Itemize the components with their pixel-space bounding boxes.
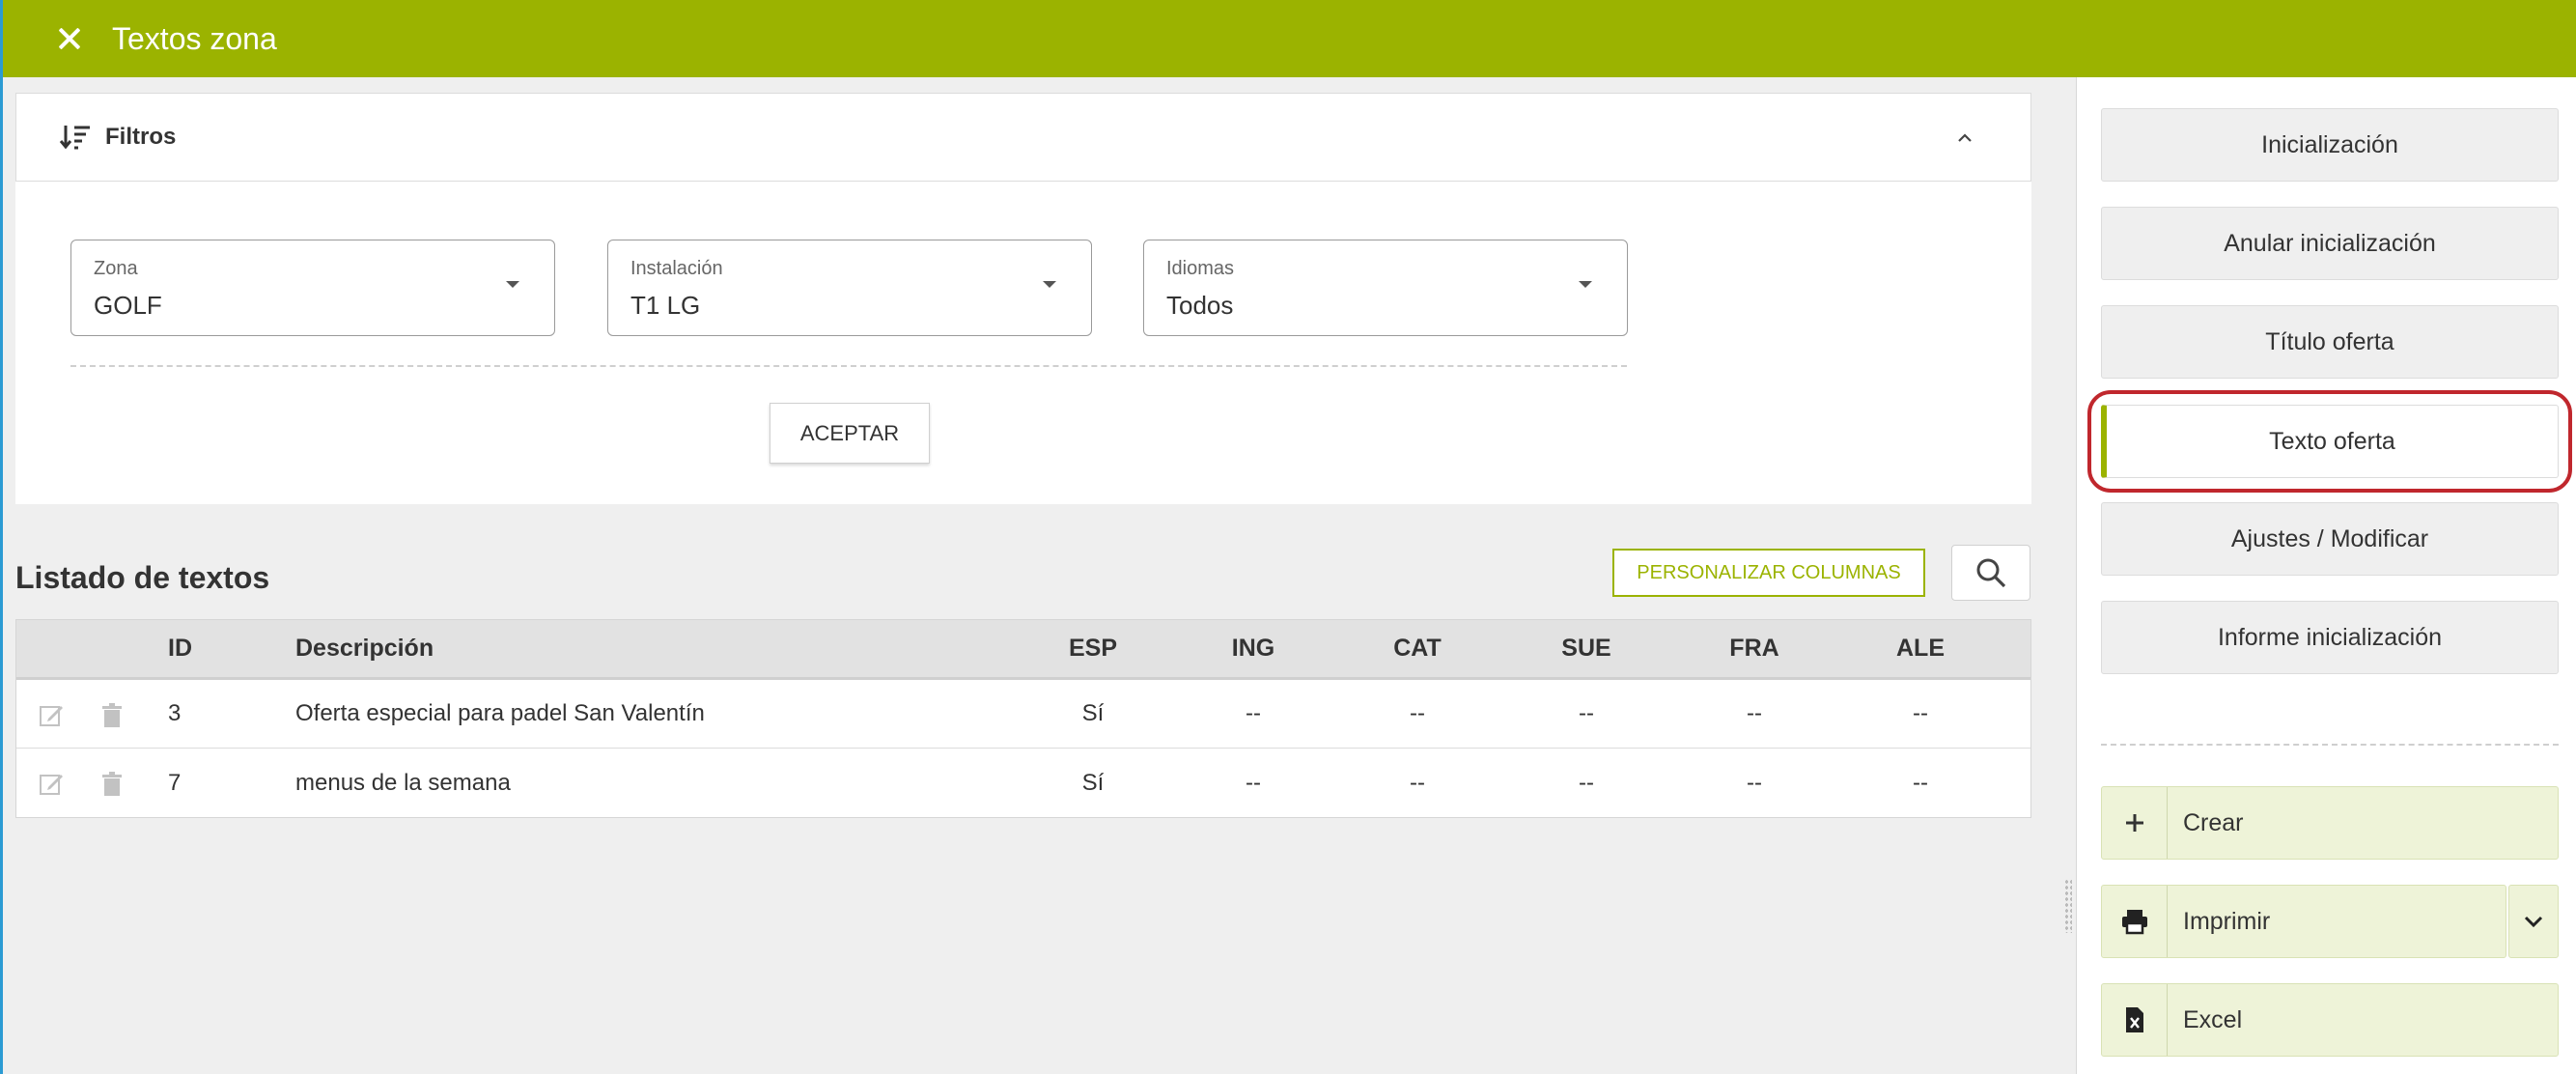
caret-down-icon <box>506 281 519 288</box>
caret-down-icon <box>1043 281 1056 288</box>
cell-id: 3 <box>168 700 182 726</box>
edit-icon[interactable] <box>38 771 65 798</box>
close-icon[interactable] <box>56 25 83 52</box>
instalacion-select[interactable]: Instalación T1 LG <box>607 240 1092 336</box>
caret-down-icon <box>1579 281 1592 288</box>
cell-cat: -- <box>1410 769 1425 796</box>
cell-sue: -- <box>1579 769 1594 796</box>
filters-toggle[interactable]: Filtros <box>15 93 2031 182</box>
printer-icon <box>2102 886 2168 957</box>
column-header-esp[interactable]: ESP <box>1040 620 1146 677</box>
cell-id: 7 <box>168 769 182 796</box>
table-header: ID Descripción ESP ING CAT SUE FRA ALE <box>16 620 2030 680</box>
column-header-ing[interactable]: ING <box>1200 620 1306 677</box>
divider <box>2101 744 2559 746</box>
zona-value: GOLF <box>94 291 162 320</box>
idiomas-select[interactable]: Idiomas Todos <box>1143 240 1628 336</box>
chevron-down-icon <box>2524 916 2543 928</box>
imprimir-button[interactable]: Imprimir <box>2101 885 2506 958</box>
imprimir-label: Imprimir <box>2183 907 2271 935</box>
column-header-descripcion[interactable]: Descripción <box>295 620 434 677</box>
cell-ale: -- <box>1913 769 1928 796</box>
titulo-oferta-button[interactable]: Título oferta <box>2101 305 2559 379</box>
delete-icon[interactable] <box>99 702 125 729</box>
cell-fra: -- <box>1747 769 1762 796</box>
filters-label: Filtros <box>105 124 177 150</box>
instalacion-value: T1 LG <box>630 291 701 320</box>
search-button[interactable] <box>1951 545 2030 601</box>
excel-label: Excel <box>2183 1005 2243 1033</box>
excel-file-icon <box>2102 984 2168 1056</box>
column-header-fra[interactable]: FRA <box>1701 620 1807 677</box>
excel-button[interactable]: Excel <box>2101 983 2559 1057</box>
idiomas-label: Idiomas <box>1166 258 1235 279</box>
window-edge <box>0 0 3 1074</box>
divider <box>70 365 1627 367</box>
cell-fra: -- <box>1747 700 1762 726</box>
crear-button[interactable]: Crear <box>2101 786 2559 860</box>
sort-filter-icon <box>59 126 90 150</box>
plus-icon <box>2102 787 2168 859</box>
resize-handle[interactable] <box>2064 879 2072 933</box>
anular-inicializacion-button[interactable]: Anular inicialización <box>2101 207 2559 280</box>
personalize-columns-button[interactable]: PERSONALIZAR COLUMNAS <box>1612 549 1925 597</box>
texts-table: ID Descripción ESP ING CAT SUE FRA ALE 3… <box>15 619 2031 818</box>
search-icon <box>1976 558 2006 588</box>
texto-oferta-button[interactable]: Texto oferta <box>2101 405 2559 478</box>
cell-ale: -- <box>1913 700 1928 726</box>
cell-descripcion: Oferta especial para padel San Valentín <box>295 700 705 726</box>
cell-ing: -- <box>1246 700 1261 726</box>
imprimir-dropdown-button[interactable] <box>2508 885 2559 958</box>
idiomas-value: Todos <box>1166 291 1234 320</box>
filters-panel: Zona GOLF Instalación T1 LG Idiomas Todo… <box>15 182 2031 504</box>
cell-cat: -- <box>1410 700 1425 726</box>
chevron-up-icon[interactable] <box>1955 128 1974 148</box>
cell-ing: -- <box>1246 769 1261 796</box>
column-header-sue[interactable]: SUE <box>1533 620 1639 677</box>
ajustes-modificar-button[interactable]: Ajustes / Modificar <box>2101 502 2559 576</box>
app-header: Textos zona <box>3 0 2576 77</box>
list-title: Listado de textos <box>15 560 270 595</box>
cell-esp: Sí <box>1081 700 1105 726</box>
zona-label: Zona <box>94 258 138 279</box>
delete-icon[interactable] <box>99 771 125 798</box>
edit-icon[interactable] <box>38 702 65 729</box>
column-header-id[interactable]: ID <box>168 620 192 677</box>
cell-descripcion: menus de la semana <box>295 769 511 796</box>
crear-label: Crear <box>2183 808 2244 836</box>
table-row[interactable]: 3 Oferta especial para padel San Valentí… <box>16 680 2030 749</box>
informe-inicializacion-button[interactable]: Informe inicialización <box>2101 601 2559 674</box>
zona-select[interactable]: Zona GOLF <box>70 240 555 336</box>
column-header-cat[interactable]: CAT <box>1364 620 1470 677</box>
page-title: Textos zona <box>112 20 277 56</box>
accept-button[interactable]: ACEPTAR <box>770 403 930 464</box>
inicializacion-button[interactable]: Inicialización <box>2101 108 2559 182</box>
instalacion-label: Instalación <box>630 258 723 279</box>
cell-sue: -- <box>1579 700 1594 726</box>
table-row[interactable]: 7 menus de la semana Sí -- -- -- -- -- <box>16 749 2030 817</box>
column-header-ale[interactable]: ALE <box>1867 620 1974 677</box>
cell-esp: Sí <box>1081 769 1105 796</box>
